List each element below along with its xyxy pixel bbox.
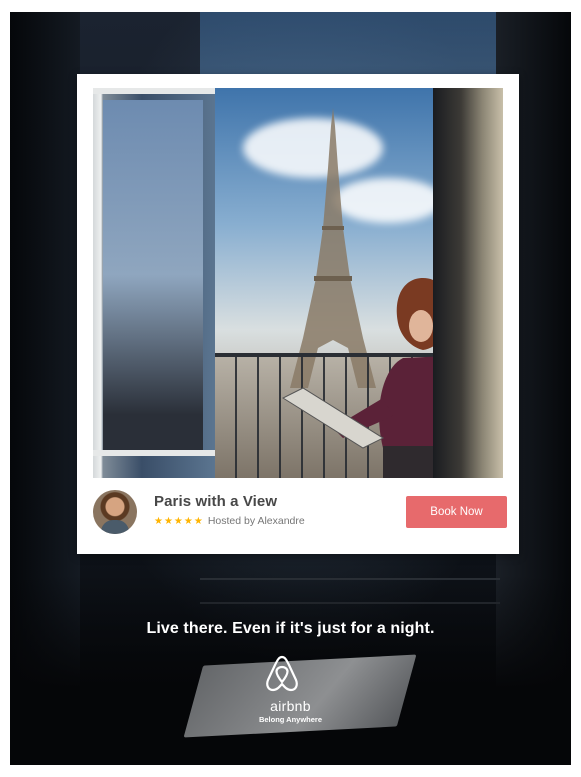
star-rating-icon: ★★★★★ xyxy=(154,515,204,527)
listing-card[interactable]: Paris with a View ★★★★★ Hosted by Alexan… xyxy=(77,74,519,554)
avatar-shirt xyxy=(101,520,129,534)
listing-footer: Paris with a View ★★★★★ Hosted by Alexan… xyxy=(93,478,507,544)
window-right-shutter xyxy=(433,88,503,478)
brand-motto: Belong Anywhere xyxy=(258,715,323,724)
window-glass xyxy=(103,100,203,450)
ad-poster: Paris with a View ★★★★★ Hosted by Alexan… xyxy=(10,12,571,765)
book-now-button[interactable]: Book Now xyxy=(406,496,507,528)
tagline: Live there. Even if it's just for a nigh… xyxy=(146,620,435,637)
window-bar xyxy=(93,88,215,94)
rating-row: ★★★★★ Hosted by Alexandre xyxy=(154,515,305,527)
brand-wordmark: airbnb xyxy=(270,698,311,714)
window-left-pane xyxy=(93,88,215,478)
host-avatar[interactable] xyxy=(93,490,137,534)
airbnb-logo-icon xyxy=(266,655,298,692)
listing-title[interactable]: Paris with a View xyxy=(154,493,277,510)
listing-photo[interactable] xyxy=(93,88,503,478)
host-name: Hosted by Alexandre xyxy=(207,515,305,527)
window-bar xyxy=(93,450,215,456)
